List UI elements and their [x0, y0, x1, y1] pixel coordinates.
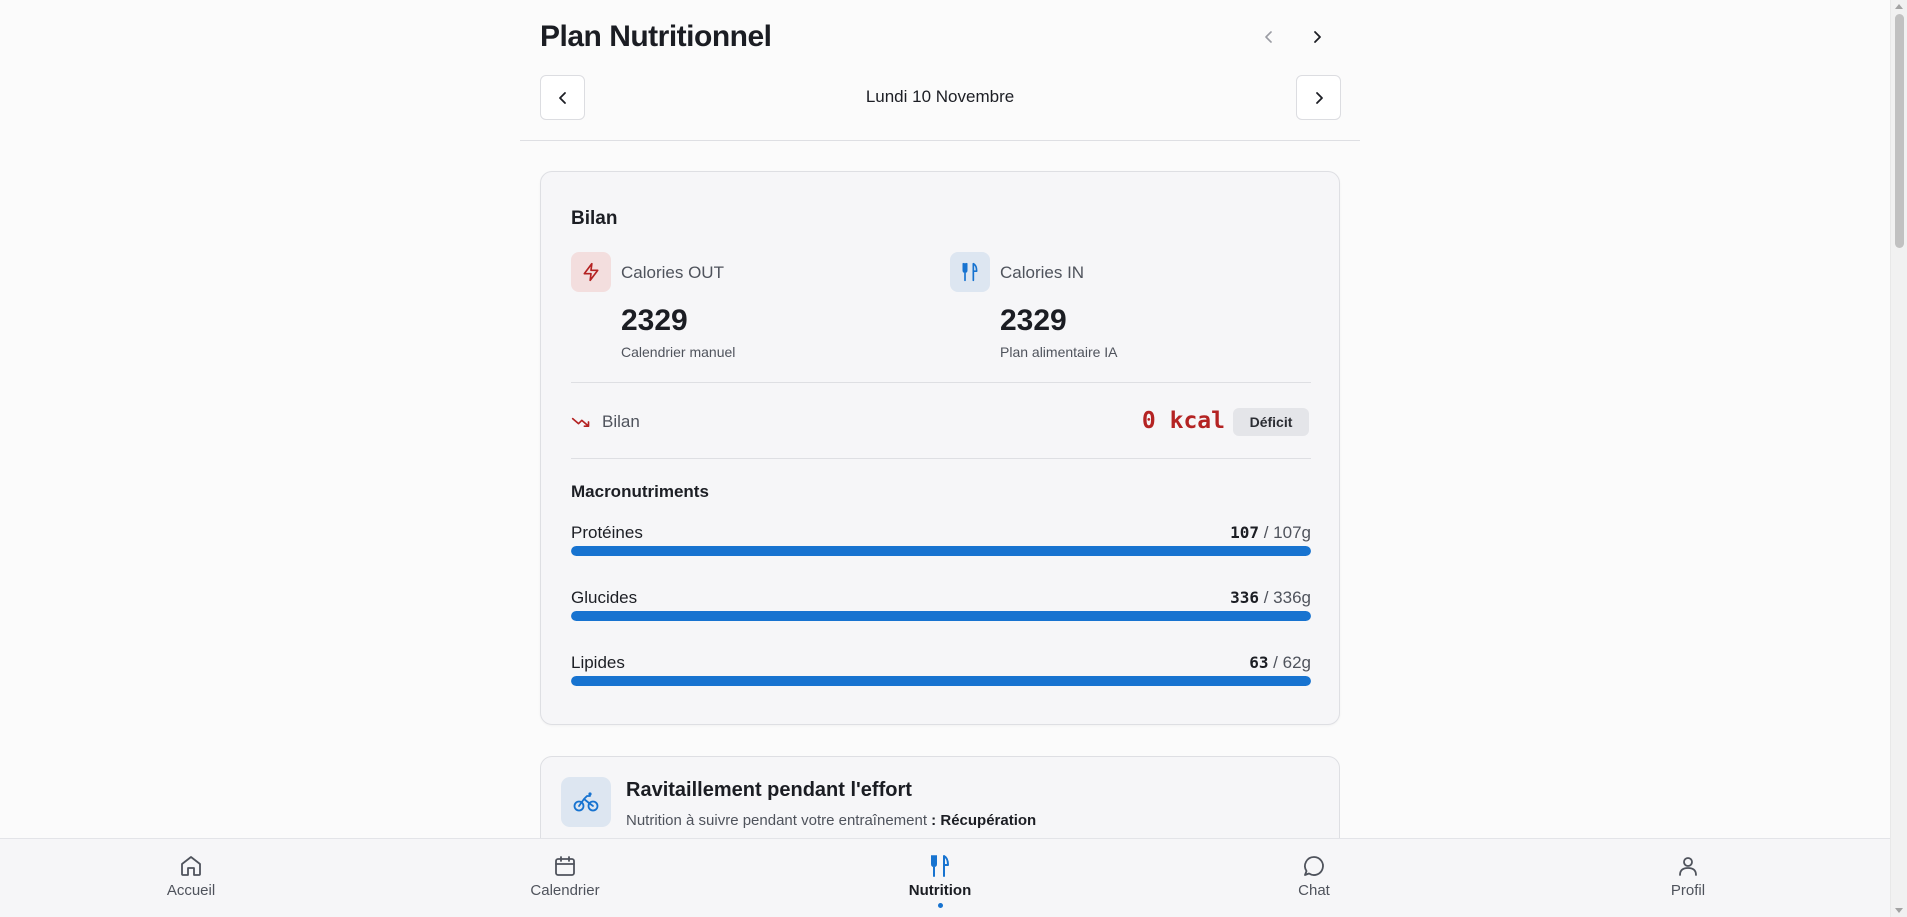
nav-item-nutrition[interactable]: Nutrition: [870, 839, 1010, 917]
nav-item-profil[interactable]: Profil: [1618, 839, 1758, 917]
scroll-down-arrow-icon[interactable]: [1895, 908, 1903, 913]
macro-current: 107: [1230, 523, 1259, 542]
calories-out-source: Calendrier manuel: [621, 344, 736, 360]
macro-progress-fill: [571, 611, 1311, 621]
balance-label: Bilan: [602, 412, 640, 431]
effort-subtitle-text: Nutrition à suivre pendant votre entraîn…: [626, 812, 928, 829]
utensils-icon: [950, 252, 990, 292]
chevron-right-icon: [1314, 31, 1321, 43]
macro-progress-bar: [571, 546, 1311, 556]
nav-label: Accueil: [166, 882, 216, 899]
lightning-icon: [571, 252, 611, 292]
divider: [571, 458, 1311, 459]
calories-out-value: 2329: [621, 304, 688, 337]
scrollbar-thumb[interactable]: [1895, 14, 1904, 248]
macro-fats: Lipides 63 / 62g: [571, 653, 1311, 703]
balance-value: 0 kcal: [1141, 408, 1225, 434]
deficit-badge: Déficit: [1233, 408, 1309, 436]
macro-name: Lipides: [571, 653, 625, 672]
nav-label: Chat: [1298, 882, 1330, 899]
user-icon: [1676, 853, 1700, 879]
nav-label: Profil: [1670, 882, 1706, 899]
current-date: Lundi 10 Novembre: [865, 87, 1015, 106]
macros-title: Macronutriments: [571, 482, 709, 501]
calories-in-label: Calories IN: [1000, 263, 1085, 282]
macro-proteins: Protéines 107 / 107g: [571, 523, 1311, 573]
nav-label: Nutrition: [908, 882, 972, 899]
chevron-left-icon: [558, 91, 566, 104]
effort-subtitle: Nutrition à suivre pendant votre entraîn…: [626, 812, 1036, 829]
calories-in-value: 2329: [1000, 304, 1067, 337]
trending-down-icon: [571, 413, 591, 436]
macro-progress-fill: [571, 546, 1311, 556]
page-title: Plan Nutritionnel: [540, 20, 772, 53]
calendar-icon: [553, 853, 577, 879]
macro-progress-fill: [571, 676, 1311, 686]
header-prev-button[interactable]: [1256, 24, 1282, 50]
active-indicator: [937, 903, 943, 908]
bicycle-icon: [561, 777, 611, 827]
macro-current: 336: [1230, 588, 1259, 607]
macro-target: / 107g: [1259, 523, 1311, 542]
nav-item-accueil[interactable]: Accueil: [121, 839, 261, 917]
macro-amount: 107 / 107g: [1230, 523, 1311, 543]
bottom-navigation: Accueil Calendrier Nutrition Chat Profil: [0, 838, 1890, 917]
header-next-button[interactable]: [1304, 24, 1330, 50]
chevron-right-icon: [1315, 91, 1323, 104]
header-divider: [520, 140, 1360, 141]
effort-type: Récupération: [940, 812, 1037, 829]
calories-in-source: Plan alimentaire IA: [1000, 344, 1118, 360]
chevron-left-icon: [1265, 31, 1272, 43]
scroll-up-arrow-icon[interactable]: [1895, 4, 1903, 9]
chat-icon: [1302, 853, 1326, 879]
macro-amount: 63 / 62g: [1249, 653, 1311, 673]
macro-name: Glucides: [571, 588, 638, 607]
page-scrollbar[interactable]: [1890, 0, 1907, 917]
previous-day-button[interactable]: [540, 75, 585, 120]
macro-progress-bar: [571, 676, 1311, 686]
effort-title: Ravitaillement pendant l'effort: [626, 779, 912, 801]
macro-target: / 336g: [1259, 588, 1311, 607]
nav-item-calendrier[interactable]: Calendrier: [495, 839, 635, 917]
nav-label: Calendrier: [530, 882, 600, 899]
macro-name: Protéines: [571, 523, 643, 542]
utensils-icon: [928, 853, 952, 879]
calories-out-label: Calories OUT: [621, 263, 724, 282]
macro-target: / 62g: [1268, 653, 1311, 672]
macro-current: 63: [1249, 653, 1269, 672]
macro-amount: 336 / 336g: [1230, 588, 1311, 608]
nav-item-chat[interactable]: Chat: [1244, 839, 1384, 917]
summary-card: Bilan Calories OUT 2329 Calendrier manue…: [540, 171, 1340, 725]
effort-separator: :: [927, 812, 941, 829]
summary-title: Bilan: [571, 208, 618, 229]
macro-progress-bar: [571, 611, 1311, 621]
macro-carbs: Glucides 336 / 336g: [571, 588, 1311, 638]
next-day-button[interactable]: [1296, 75, 1341, 120]
home-icon: [179, 853, 203, 879]
divider: [571, 382, 1311, 383]
